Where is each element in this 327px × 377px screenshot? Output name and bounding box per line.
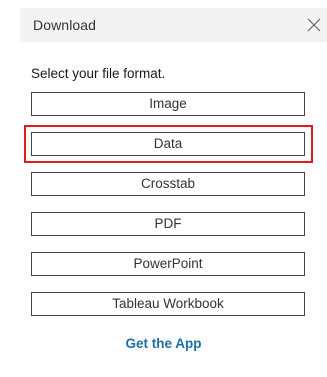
- download-dialog: Download Select your file format. Image …: [0, 0, 327, 377]
- get-the-app-link[interactable]: Get the App: [0, 336, 327, 351]
- pdf-format-button[interactable]: PDF: [31, 212, 305, 236]
- dialog-title: Download: [33, 17, 97, 33]
- crosstab-format-button[interactable]: Crosstab: [31, 172, 305, 196]
- close-icon: [307, 18, 321, 32]
- data-format-button[interactable]: Data: [31, 132, 305, 156]
- powerpoint-format-button[interactable]: PowerPoint: [31, 252, 305, 276]
- close-button[interactable]: [305, 16, 323, 34]
- image-format-button[interactable]: Image: [31, 92, 305, 116]
- tableau-workbook-format-button[interactable]: Tableau Workbook: [31, 292, 305, 316]
- dialog-header: Download: [20, 8, 327, 42]
- instruction-text: Select your file format.: [31, 66, 166, 81]
